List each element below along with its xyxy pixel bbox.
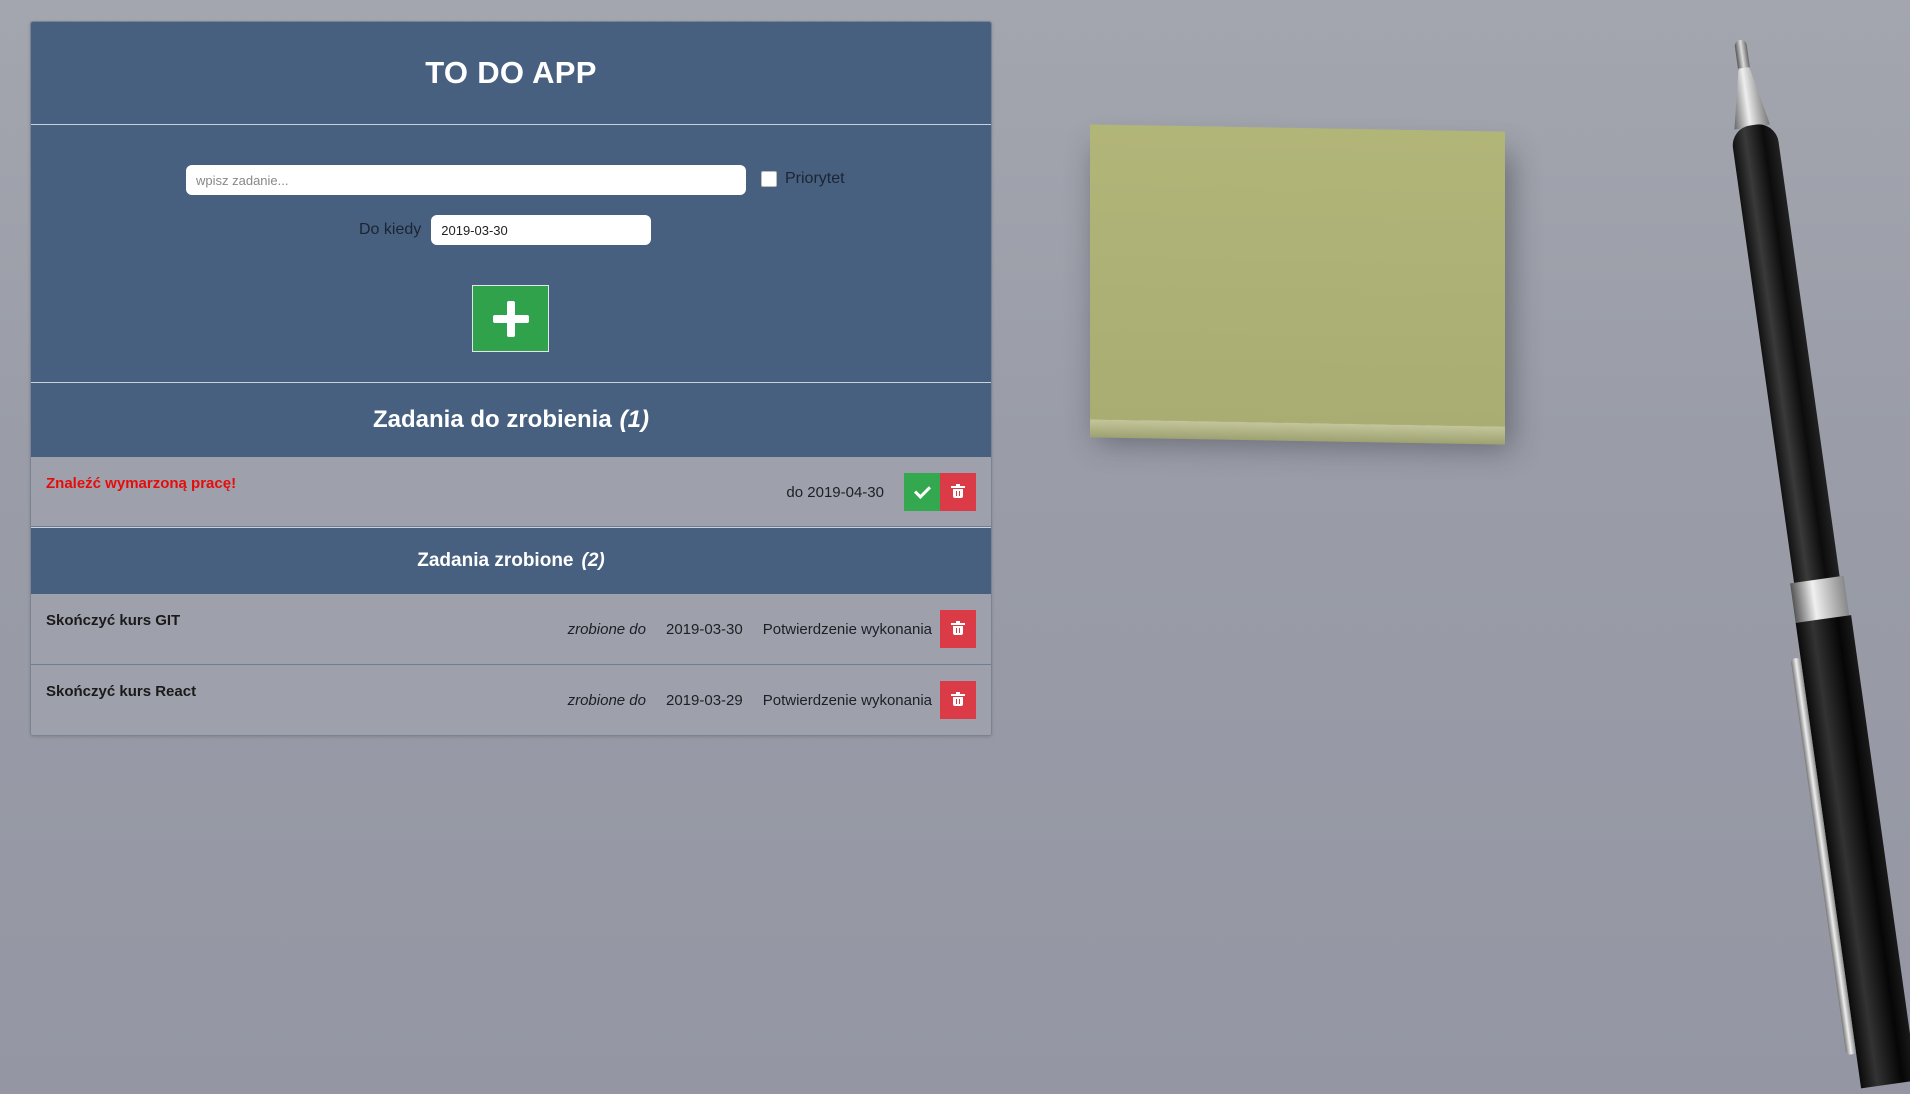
check-icon [913, 482, 931, 499]
todo-task-row: Znaleźć wymarzoną pracę! do 2019-04-30 [31, 457, 991, 527]
done-count: (2) [581, 550, 605, 571]
deadline-label: Do kiedy [359, 221, 422, 238]
task-actions: zrobione do 2019-03-29 Potwierdzenie wyk… [568, 681, 976, 719]
todo-count: (1) [619, 406, 650, 433]
done-due-label: zrobione do [567, 691, 646, 709]
trash-icon [951, 692, 965, 706]
task-actions: zrobione do 2019-03-30 Potwierdzenie wyk… [568, 610, 976, 648]
delete-task-button[interactable] [940, 473, 976, 511]
delete-task-button[interactable] [940, 681, 976, 719]
done-section-title: Zadania zrobione (2) [31, 527, 991, 594]
add-task-button[interactable] [472, 285, 549, 352]
task-deadline: do 2019-04-30 [786, 483, 884, 501]
task-name: Znaleźć wymarzoną pracę! [46, 475, 237, 492]
done-task-row: Skończyć kurs React zrobione do 2019-03-… [31, 665, 991, 735]
priority-option[interactable]: Priorytet [761, 170, 845, 188]
delete-task-button[interactable] [940, 610, 976, 648]
task-actions: do 2019-04-30 [786, 473, 976, 511]
complete-task-button[interactable] [904, 473, 940, 511]
trash-icon [951, 484, 965, 498]
task-input[interactable] [186, 165, 746, 195]
confirm-label: Potwierdzenie wykonania [762, 691, 932, 709]
priority-label: Priorytet [785, 170, 845, 187]
todo-title-text: Zadania do zrobienia [372, 406, 612, 433]
done-due-date: 2019-03-30 [666, 620, 743, 638]
deadline-date-input[interactable] [431, 215, 652, 245]
app-title: TO DO APP [425, 55, 597, 90]
todo-section-title: Zadania do zrobienia (1) [31, 383, 991, 457]
sticky-notes-pad [1090, 124, 1505, 445]
task-name: Skończyć kurs GIT [46, 612, 181, 629]
deadline-row: Do kiedy [359, 215, 652, 245]
pen-tip [1734, 39, 1751, 71]
done-task-row: Skończyć kurs GIT zrobione do 2019-03-30… [31, 594, 991, 665]
pen-cone [1726, 65, 1770, 129]
sticky-notes-edge [1090, 419, 1505, 445]
pen-body [1730, 121, 1840, 584]
pen-cap [1795, 615, 1910, 1089]
pen [1710, 36, 1910, 1089]
done-due-date: 2019-03-29 [666, 691, 743, 709]
app-header: TO DO APP [31, 22, 991, 125]
priority-checkbox[interactable] [761, 171, 777, 187]
trash-icon [951, 621, 965, 635]
plus-icon [492, 300, 529, 337]
confirm-label: Potwierdzenie wykonania [762, 620, 932, 638]
add-task-form: Priorytet Do kiedy [31, 125, 991, 383]
done-due-label: zrobione do [567, 620, 646, 638]
done-title-text: Zadania zrobione [417, 550, 574, 571]
task-name: Skończyć kurs React [46, 683, 197, 700]
todo-app: TO DO APP Priorytet Do kiedy Zadania do … [30, 21, 992, 736]
